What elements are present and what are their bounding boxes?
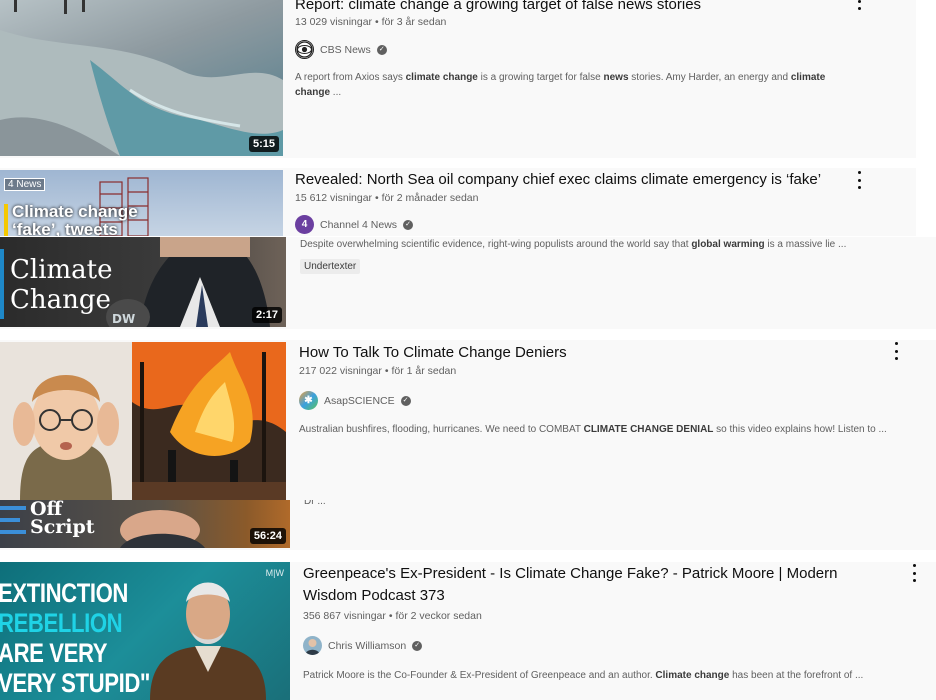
video-meta: 15 612 visningar • för 2 månader sedan	[295, 192, 479, 204]
video-description: Patrick Moore is the Co-Founder & Ex-Pre…	[303, 668, 923, 683]
video-item[interactable]: 5:15 Report: climate change a growing ta…	[0, 0, 916, 158]
desc-text: ...	[330, 87, 342, 98]
video-title[interactable]: How To Talk To Climate Change Deniers	[299, 342, 859, 364]
video-item[interactable]: How To Talk To Climate Change Deniers 21…	[0, 340, 936, 500]
video-item[interactable]: M|W EXTINCTION REBELLION ARE VERY VERY S…	[0, 562, 936, 700]
video-duration: 2:17	[251, 307, 282, 323]
video-thumbnail[interactable]: DW Climate Change 2:17	[0, 237, 286, 327]
channel-avatar: ✱	[299, 391, 318, 410]
upload-age: för 2 veckor sedan	[395, 610, 482, 622]
desc-text: so this video explains how! Listen to ..…	[713, 424, 887, 435]
desc-text: is a massive lie ...	[764, 239, 847, 250]
thumbnail-caption: ‘fake’, tweets	[12, 220, 118, 236]
channel-name: CBS News	[320, 43, 371, 56]
person-avatar-icon	[305, 639, 320, 655]
thumbnail-caption: Script	[30, 516, 95, 538]
verified-check-icon: ✓	[400, 395, 411, 406]
desc-text: has been at the forefront of ...	[729, 670, 864, 681]
video-duration: 56:24	[249, 528, 286, 544]
desc-text: A report from Axios says	[295, 72, 406, 83]
video-description: Dr ...	[304, 500, 326, 507]
upload-age: för 2 månader sedan	[381, 192, 479, 204]
desc-text: stories. Amy Harder, an energy and	[628, 72, 791, 83]
view-count: 217 022 visningar	[299, 365, 382, 377]
meta-separator: •	[388, 610, 393, 622]
upload-age: för 3 år sedan	[381, 16, 447, 28]
thumbnail-corner-logo: M|W	[265, 568, 284, 578]
desc-highlight: Climate change	[655, 670, 730, 681]
video-title[interactable]: Revealed: North Sea oil company chief ex…	[295, 169, 855, 191]
thumb-accent-bar	[0, 249, 4, 319]
video-duration: 5:15	[248, 136, 279, 152]
video-meta: 217 022 visningar • för 1 år sedan	[299, 365, 456, 377]
video-item[interactable]: DW Climate Change 2:17 Despite overwhelm…	[0, 237, 936, 329]
channel-name: AsapSCIENCE	[324, 394, 395, 407]
video-description: A report from Axios says climate change …	[295, 70, 840, 100]
channel-link[interactable]: ✱ AsapSCIENCE ✓	[299, 391, 411, 410]
thumb-accent-bar	[4, 204, 8, 236]
more-vert-icon[interactable]	[854, 171, 864, 189]
video-thumbnail[interactable]: M|W EXTINCTION REBELLION ARE VERY VERY S…	[0, 562, 290, 700]
glacier-image	[0, 0, 283, 156]
desc-text: Despite overwhelming scientific evidence…	[300, 239, 692, 250]
more-vert-icon[interactable]	[854, 0, 864, 10]
video-item[interactable]: Off Script 56:24 Dr ...	[0, 500, 936, 550]
thumbnail-caption: Change	[10, 285, 111, 315]
svg-text:DW: DW	[112, 312, 135, 326]
thumbnail-caption: Climate	[10, 255, 113, 285]
view-count: 356 867 visningar	[303, 610, 386, 622]
desc-highlight: global warming	[691, 239, 765, 250]
video-meta: 13 029 visningar • för 3 år sedan	[295, 16, 446, 28]
channel-link[interactable]: 4 Channel 4 News ✓	[295, 215, 414, 234]
verified-check-icon: ✓	[412, 640, 423, 651]
video-meta: 356 867 visningar • för 2 veckor sedan	[303, 610, 482, 622]
desc-highlight: climate change	[405, 72, 478, 83]
cbs-eye-logo-icon	[296, 41, 313, 58]
channel-link[interactable]: Chris Williamson ✓	[303, 636, 423, 655]
video-thumbnail[interactable]: Off Script 56:24	[0, 500, 290, 548]
thumbnail-caption: EXTINCTION	[0, 578, 128, 608]
video-title[interactable]: Greenpeace's Ex-President - Is Climate C…	[303, 563, 883, 607]
desc-text: is a growing target for false	[477, 72, 604, 83]
thumbnail-caption: VERY STUPID"	[0, 668, 150, 698]
view-count: 13 029 visningar	[295, 16, 373, 28]
channel-name: Chris Williamson	[328, 639, 407, 652]
channel-link[interactable]: CBS News ✓	[295, 40, 387, 59]
desc-highlight: news	[603, 72, 629, 83]
channel-avatar	[303, 636, 322, 655]
video-thumbnail[interactable]: 5:15	[0, 0, 283, 156]
view-count: 15 612 visningar	[295, 192, 373, 204]
thumbnail-caption: REBELLION	[0, 608, 123, 638]
desc-highlight: CLIMATE CHANGE DENIAL	[583, 424, 714, 435]
verified-check-icon: ✓	[376, 44, 387, 55]
more-vert-icon[interactable]	[909, 564, 919, 582]
thumbnail-caption: Climate change	[12, 202, 138, 221]
channel-name: Channel 4 News	[320, 218, 398, 231]
video-title[interactable]: Report: climate change a growing target …	[295, 0, 855, 16]
video-thumbnail[interactable]: 4 News Climate change ‘fake’, tweets	[0, 170, 283, 236]
meta-separator: •	[374, 192, 379, 204]
video-description: Australian bushfires, flooding, hurrican…	[299, 422, 909, 437]
more-vert-icon[interactable]	[891, 342, 901, 360]
channel4-logo-icon: 4	[8, 179, 14, 190]
video-description: Despite overwhelming scientific evidence…	[300, 237, 900, 252]
video-item[interactable]: 4 News Climate change ‘fake’, tweets Rev…	[0, 168, 916, 236]
channel4-logo-icon: 4	[301, 219, 308, 230]
desc-text: Australian bushfires, flooding, hurrican…	[299, 424, 584, 435]
asapscience-logo-icon: ✱	[304, 395, 313, 406]
meta-separator: •	[384, 365, 389, 377]
channel-avatar	[295, 40, 314, 59]
channel4-brand: 4 News	[4, 178, 46, 191]
verified-check-icon: ✓	[403, 219, 414, 230]
meta-separator: •	[374, 16, 379, 28]
channel4-brand-label: News	[16, 179, 42, 190]
channel-avatar: 4	[295, 215, 314, 234]
desc-text: Patrick Moore is the Co-Founder & Ex-Pre…	[303, 670, 656, 681]
upload-age: för 1 år sedan	[391, 365, 457, 377]
deniers-thumbnail-image	[0, 342, 286, 500]
subtitles-badge: Undertexter	[300, 259, 361, 274]
video-thumbnail[interactable]	[0, 342, 286, 500]
thumbnail-caption: ARE VERY	[0, 638, 108, 668]
